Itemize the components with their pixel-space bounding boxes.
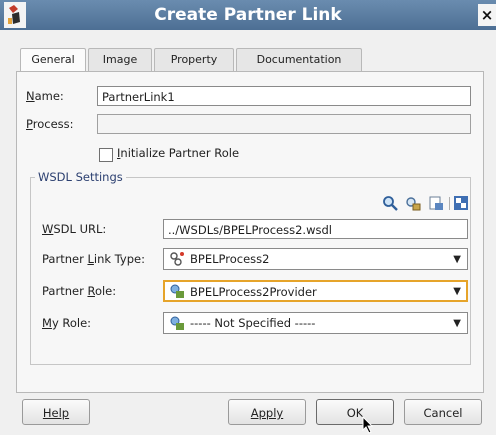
cancel-button[interactable]: Cancel <box>404 399 482 425</box>
process-label: Process: <box>26 117 74 131</box>
my-role-value: ----- Not Specified ----- <box>190 316 316 330</box>
create-wsdl-icon[interactable] <box>428 195 444 211</box>
initialize-partner-role-label: Initialize Partner Role <box>117 146 240 160</box>
partner-link-type-select[interactable]: BPELProcess2 ▼ <box>163 248 468 270</box>
tab-general[interactable]: General <box>20 48 86 72</box>
tab-documentation[interactable]: Documentation <box>236 48 362 71</box>
ok-button[interactable]: OK <box>316 399 394 425</box>
dialog-title: Create Partner Link <box>154 5 342 25</box>
chevron-down-icon: ▼ <box>453 254 461 265</box>
tab-image[interactable]: Image <box>88 48 152 71</box>
name-field[interactable]: PartnerLink1 <box>97 86 471 106</box>
close-icon[interactable]: × <box>478 4 496 26</box>
chevron-down-icon: ▼ <box>453 318 461 329</box>
toolbar-separator <box>449 197 450 210</box>
my-role-select[interactable]: ----- Not Specified ----- ▼ <box>163 312 468 334</box>
search-icon[interactable] <box>382 195 398 211</box>
mouse-cursor-icon <box>362 415 374 434</box>
help-button[interactable]: Help <box>22 399 90 425</box>
wsdl-url-field[interactable]: ../WSDLs/BPELProcess2.wsdl <box>163 219 468 239</box>
partner-link-type-icon <box>169 251 185 267</box>
partner-role-value: BPELProcess2Provider <box>190 285 317 299</box>
service-explorer-icon[interactable] <box>405 195 421 211</box>
role-icon <box>169 315 185 331</box>
wsdl-settings-legend: WSDL Settings <box>38 170 123 184</box>
apply-button[interactable]: Apply <box>228 399 306 425</box>
partner-role-select[interactable]: BPELProcess2Provider ▼ <box>163 280 468 302</box>
chevron-down-icon: ▼ <box>453 286 461 297</box>
partner-link-type-label: Partner Link Type: <box>42 252 145 266</box>
tab-property[interactable]: Property <box>154 48 234 71</box>
partner-role-label: Partner Role: <box>42 284 117 298</box>
initialize-partner-role-checkbox[interactable] <box>99 148 113 162</box>
wsdl-url-label: WSDL URL: <box>42 222 107 236</box>
name-label: Name: <box>26 89 64 103</box>
process-field[interactable] <box>97 114 471 134</box>
my-role-label: My Role: <box>42 316 92 330</box>
partner-link-type-value: BPELProcess2 <box>190 252 270 266</box>
role-icon <box>169 283 185 299</box>
converter-icon[interactable] <box>453 195 469 211</box>
title-bar: Create Partner Link × <box>0 0 496 30</box>
